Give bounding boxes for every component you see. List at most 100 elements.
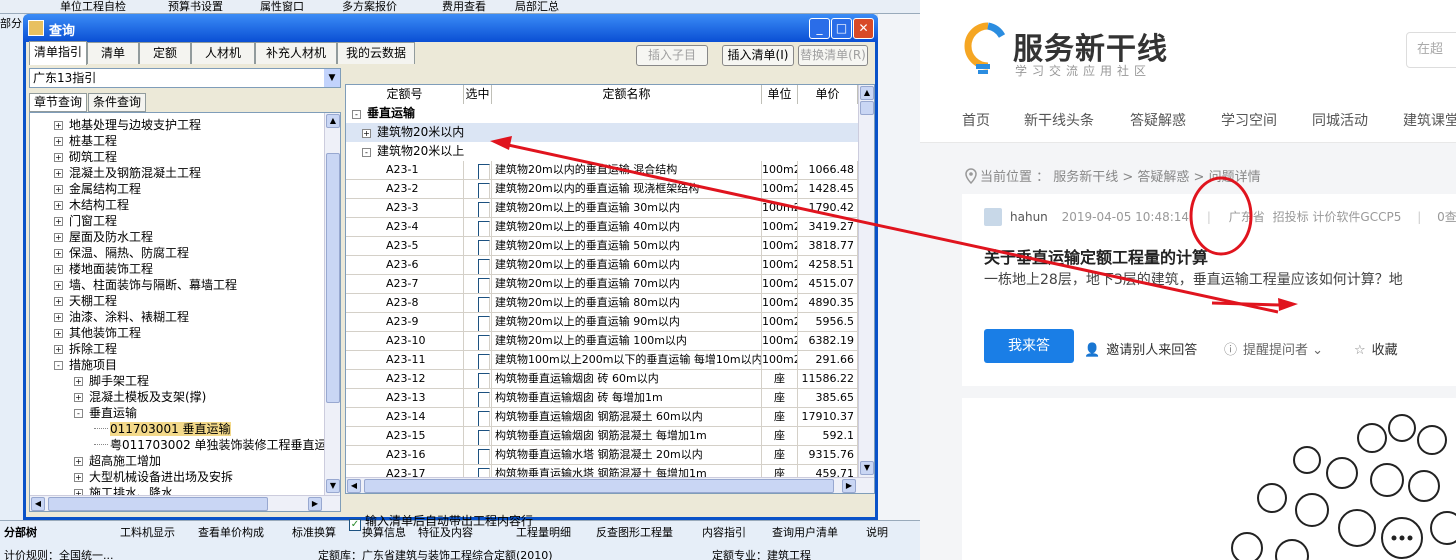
expand-icon[interactable]: + [54, 345, 63, 354]
row-checkbox[interactable] [477, 430, 490, 445]
expand-icon[interactable]: + [74, 377, 83, 386]
nav-home[interactable]: 首页 [962, 110, 990, 130]
scroll-thumb[interactable] [364, 479, 834, 493]
bottom-tab[interactable]: 查询用户清单 [772, 524, 838, 540]
search-input[interactable]: 在超 [1406, 32, 1456, 68]
collapse-icon[interactable]: - [362, 148, 371, 157]
tree-node[interactable]: + 保温、隔热、防腐工程 [54, 245, 189, 261]
collect-button[interactable]: ☆ 收藏 [1354, 339, 1398, 358]
scroll-up-icon[interactable]: ▲ [326, 114, 340, 128]
scroll-right-icon[interactable]: ▶ [842, 479, 856, 493]
tree-node[interactable]: 粤011703002 单独装饰装修工程垂直运 [94, 437, 327, 453]
table-row[interactable]: A23-3 建筑物20m以上的垂直运输 30m以内 100m2 1790.42 [346, 199, 858, 218]
tree-node[interactable]: 011703001 垂直运输 [94, 421, 231, 437]
tree-node[interactable]: - 垂直运输 [74, 405, 137, 421]
bottom-tab[interactable]: 说明 [866, 524, 888, 540]
table-row[interactable]: A23-8 建筑物20m以上的垂直运输 80m以内 100m2 4890.35 [346, 294, 858, 313]
scroll-thumb[interactable] [48, 497, 268, 511]
nav-headlines[interactable]: 新干线头条 [1024, 110, 1094, 130]
scroll-left-icon[interactable]: ◀ [347, 479, 361, 493]
toolbar-item[interactable]: 预算书设置 [168, 0, 223, 14]
tab-cloud-data[interactable]: 我的云数据 [337, 42, 415, 64]
subgroup-row[interactable]: - 建筑物20米以上 [346, 142, 858, 161]
bottom-tab[interactable]: 反查图形工程量 [596, 524, 673, 540]
minimize-button[interactable]: _ [809, 18, 830, 39]
expand-icon[interactable]: + [54, 201, 63, 210]
collapse-icon[interactable]: - [74, 409, 83, 418]
expand-icon[interactable]: + [54, 153, 63, 162]
tab-list[interactable]: 清单 [87, 42, 139, 64]
auto-bring-checkbox[interactable]: ✓ 输入清单后自动带出工程内容行 [349, 512, 533, 531]
tab-chapter-query[interactable]: 章节查询 [29, 93, 87, 112]
toolbar-item[interactable]: 费用查看 [442, 0, 486, 14]
toolbar-item[interactable]: 单位工程自检 [60, 0, 126, 14]
tree-node[interactable]: + 混凝土及钢筋混凝土工程 [54, 165, 201, 181]
expand-icon[interactable]: + [54, 121, 63, 130]
insert-list-button[interactable]: 插入清单(I) [722, 45, 794, 66]
bottom-tree-tab[interactable]: 分部树 [4, 524, 37, 540]
tree-node[interactable]: + 地基处理与边坡支护工程 [54, 117, 201, 133]
region-tag[interactable]: 广东省 [1229, 210, 1265, 224]
scroll-right-icon[interactable]: ▶ [308, 497, 322, 511]
maximize-button[interactable]: □ [831, 18, 852, 39]
tree-node[interactable]: + 楼地面装饰工程 [54, 261, 153, 277]
chevron-down-icon[interactable]: ▼ [324, 69, 340, 87]
row-checkbox[interactable] [477, 202, 490, 217]
replace-list-button[interactable]: 替换清单(R) [798, 45, 868, 66]
tab-list-guide[interactable]: 清单指引 [29, 41, 87, 65]
row-checkbox[interactable] [477, 411, 490, 426]
checkmark-icon[interactable]: ✓ [349, 519, 361, 531]
table-row[interactable]: A23-12 构筑物垂直运输烟囱 砖 60m以内座 11586.22 [346, 370, 858, 389]
expand-icon[interactable]: + [54, 185, 63, 194]
table-row[interactable]: A23-2 建筑物20m以内的垂直运输 现浇框架结构 100m2 1428.45 [346, 180, 858, 199]
col-code-header[interactable]: 定额号 [346, 85, 464, 104]
tab-labor-material[interactable]: 人材机 [191, 42, 255, 64]
tree-node[interactable]: + 大型机械设备进出场及安拆 [74, 469, 233, 485]
scroll-thumb[interactable] [860, 101, 874, 115]
collapse-icon[interactable]: - [352, 110, 361, 119]
tree-node[interactable]: + 桩基工程 [54, 133, 117, 149]
col-unit-header[interactable]: 单位 [762, 85, 798, 104]
nav-classroom[interactable]: 建筑课堂 [1403, 110, 1456, 130]
expand-icon[interactable]: + [54, 169, 63, 178]
toolbar-item[interactable]: 属性窗口 [260, 0, 304, 14]
row-checkbox[interactable] [477, 240, 490, 255]
tree-node[interactable]: + 拆除工程 [54, 341, 117, 357]
remind-button[interactable]: ⓘ 提醒提问者 ⌄ [1224, 339, 1323, 358]
tree-node[interactable]: + 砌筑工程 [54, 149, 117, 165]
nav-learning[interactable]: 学习空间 [1221, 110, 1277, 130]
collapse-icon[interactable]: - [54, 361, 63, 370]
expand-icon[interactable]: + [74, 473, 83, 482]
col-price-header[interactable]: 单价 [798, 85, 858, 104]
expand-icon[interactable]: + [54, 265, 63, 274]
table-row[interactable]: A23-14 构筑物垂直运输烟囱 钢筋混凝土 60m以内座 17910.37 [346, 408, 858, 427]
tree-node[interactable]: + 门窗工程 [54, 213, 117, 229]
grid-vertical-scrollbar[interactable]: ▲ ▼ [858, 85, 874, 477]
table-row[interactable]: A23-7 建筑物20m以上的垂直运输 70m以内 100m2 4515.07 [346, 275, 858, 294]
table-row[interactable]: A23-9 建筑物20m以上的垂直运输 90m以内 100m2 5956.5 [346, 313, 858, 332]
subgroup-row[interactable]: + 建筑物20米以内 [346, 123, 858, 142]
tree-node[interactable]: + 脚手架工程 [74, 373, 149, 389]
nav-qa[interactable]: 答疑解惑 [1130, 110, 1186, 130]
grid-horizontal-scrollbar[interactable]: ◀ ▶ [346, 477, 874, 493]
table-row[interactable]: A23-16 构筑物垂直运输水塔 钢筋混凝土 20m以内座 9315.76 [346, 446, 858, 465]
insert-child-button[interactable]: 插入子目 [636, 45, 708, 66]
row-checkbox[interactable] [477, 297, 490, 312]
tree-node[interactable]: + 混凝土模板及支架(撑) [74, 389, 206, 405]
row-checkbox[interactable] [477, 278, 490, 293]
invite-button[interactable]: 👤 邀请别人来回答 [1084, 339, 1197, 358]
expand-icon[interactable]: + [362, 129, 371, 138]
table-row[interactable]: A23-11 建筑物100m以上200m以下的垂直运输 每增10m以内 100m2 2… [346, 351, 858, 370]
row-checkbox[interactable] [477, 316, 490, 331]
tab-condition-query[interactable]: 条件查询 [88, 93, 146, 112]
table-row[interactable]: A23-6 建筑物20m以上的垂直运输 60m以内 100m2 4258.51 [346, 256, 858, 275]
scroll-up-icon[interactable]: ▲ [860, 86, 874, 100]
row-checkbox[interactable] [477, 259, 490, 274]
group-row[interactable]: - 垂直运输 [346, 104, 858, 123]
row-checkbox[interactable] [477, 373, 490, 388]
bottom-tab[interactable]: 内容指引 [702, 524, 746, 540]
toolbar-item[interactable]: 多方案报价 [342, 0, 397, 14]
row-checkbox[interactable] [477, 392, 490, 407]
tree-node[interactable]: + 油漆、涂料、裱糊工程 [54, 309, 189, 325]
expand-icon[interactable]: + [54, 137, 63, 146]
